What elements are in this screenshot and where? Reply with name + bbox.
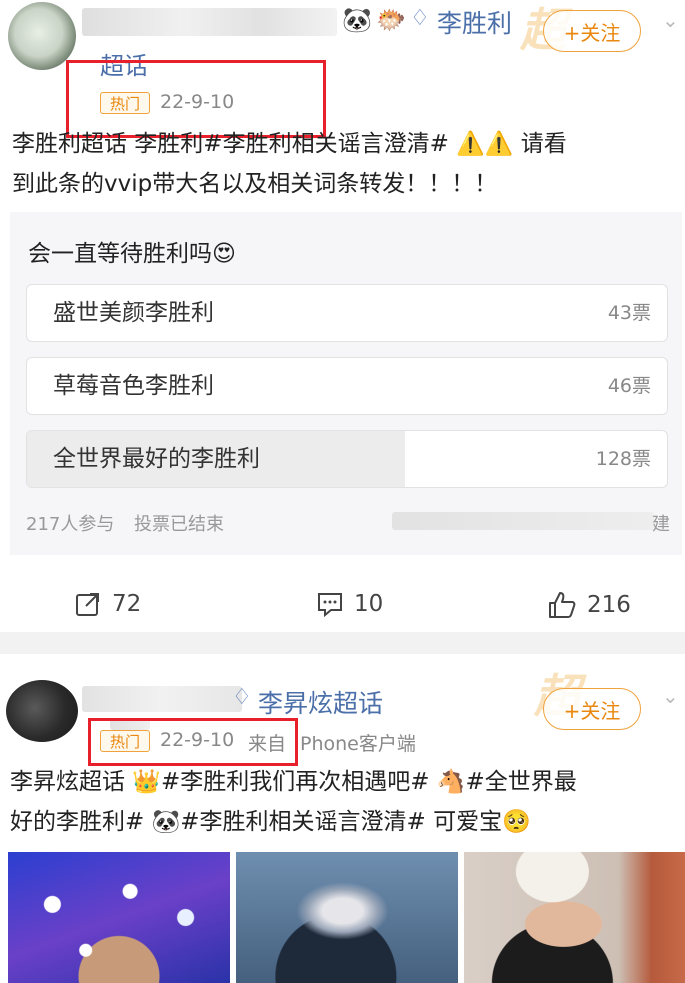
post-image[interactable]	[8, 852, 230, 983]
fish-icon: 🐡	[376, 6, 406, 34]
poll-question: 会一直等待胜利吗😍	[28, 241, 236, 267]
diamond-icon: ♢	[410, 6, 430, 31]
chevron-down-icon[interactable]: ⌄	[662, 684, 679, 708]
poll-option-votes: 43票	[607, 302, 651, 324]
topic-link[interactable]: 李胜利	[437, 4, 512, 40]
topic-link[interactable]: 李昇炫超话	[258, 684, 383, 720]
avatar[interactable]	[6, 680, 78, 742]
username-blurred[interactable]	[82, 686, 242, 712]
poll-option-label: 全世界最好的李胜利	[53, 446, 260, 472]
comment-count: 10	[354, 591, 384, 617]
comment-button[interactable]: 10	[316, 590, 383, 618]
repost-count: 72	[112, 591, 142, 617]
poll-option[interactable]: 盛世美颜李胜利 43票	[26, 284, 668, 342]
panda-icon: 🐼	[342, 6, 372, 34]
like-count: 216	[587, 592, 631, 618]
post-image[interactable]	[464, 852, 685, 983]
like-button[interactable]: 216	[547, 590, 631, 620]
poll-option-votes: 128票	[595, 448, 651, 470]
poll-option[interactable]: 草莓音色李胜利 46票	[26, 357, 668, 415]
post-text-line: 好的李胜利# 🐼#李胜利相关谣言澄清# 可爱宝🥺	[10, 809, 531, 835]
username-blurred[interactable]	[82, 8, 337, 36]
blurred-text	[392, 512, 654, 530]
poll-option-label: 草莓音色李胜利	[53, 373, 214, 399]
thumbs-up-icon	[549, 592, 576, 618]
poll-option-votes: 46票	[607, 375, 651, 397]
post-source: Phone客户端	[300, 733, 416, 755]
poll-participants: 217人参与	[26, 514, 115, 535]
feed-divider	[0, 632, 685, 654]
repost-icon	[76, 593, 99, 616]
poll-option[interactable]: 全世界最好的李胜利 128票	[26, 430, 668, 488]
highlight-box	[88, 718, 298, 766]
chevron-down-icon[interactable]: ⌄	[662, 8, 679, 32]
follow-button[interactable]: +关注	[543, 10, 641, 52]
post-image[interactable]	[236, 852, 458, 983]
post-text-line: 李昇炫超话 👑#李胜利我们再次相遇吧# 🐴#全世界最	[10, 769, 577, 795]
post-text-line: 李胜利超话 李胜利#李胜利相关谣言澄清# ⚠️⚠️ 请看	[12, 131, 567, 157]
follow-button[interactable]: +关注	[543, 688, 641, 730]
poll-option-label: 盛世美颜李胜利	[53, 300, 214, 326]
poll-status: 投票已结束	[134, 514, 224, 535]
post-text-line: 到此条的vvip带大名以及相关词条转发！！！！	[12, 171, 498, 197]
repost-button[interactable]: 72	[74, 590, 141, 618]
diamond-icon: ♢	[232, 685, 252, 710]
comment-icon	[318, 593, 342, 618]
poll-corner-text: 建	[652, 514, 670, 535]
